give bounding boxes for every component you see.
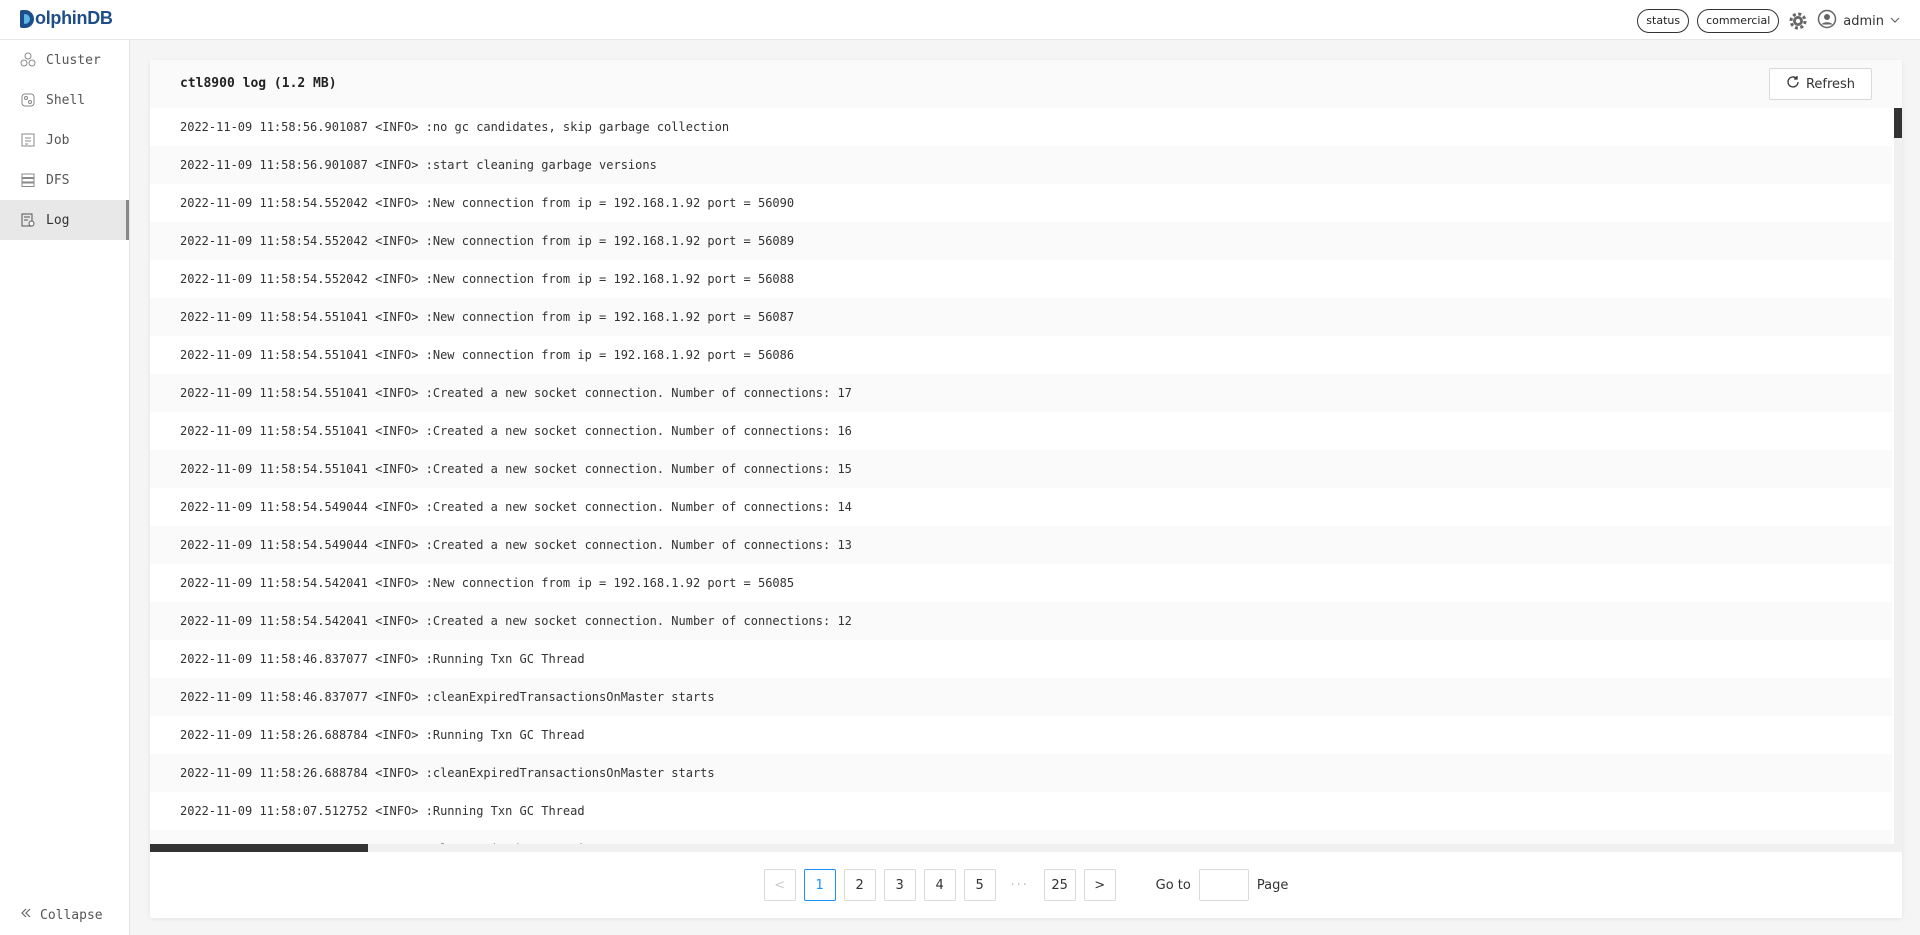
log-line: 2022-11-09 11:58:54.542041 <INFO> :New c… bbox=[180, 576, 795, 590]
status-button[interactable]: status bbox=[1637, 9, 1690, 33]
log-panel: ctl8900 log (1.2 MB) Refresh 2022-11-09 … bbox=[150, 60, 1902, 918]
log-line: 2022-11-09 11:58:54.551041 <INFO> :Creat… bbox=[180, 424, 852, 438]
logo-db-text: DB bbox=[87, 8, 113, 28]
log-line: 2022-11-09 11:58:54.552042 <INFO> :New c… bbox=[180, 272, 795, 286]
log-line: 2022-11-09 11:58:46.837077 <INFO> :Runni… bbox=[180, 652, 585, 666]
log-line: 2022-11-09 11:58:54.549044 <INFO> :Creat… bbox=[150, 526, 1892, 564]
license-badge[interactable]: commercial bbox=[1697, 9, 1780, 33]
refresh-icon bbox=[1786, 75, 1800, 93]
top-bar: olphin DB status commercial admin bbox=[0, 0, 1920, 40]
goto-label: Go to bbox=[1155, 877, 1191, 893]
log-line: 2022-11-09 11:58:26.688784 <INFO> :Runni… bbox=[180, 728, 585, 742]
dolphindb-logo[interactable]: olphin DB bbox=[20, 8, 113, 29]
dfs-icon bbox=[20, 172, 36, 188]
header-actions: status commercial admin bbox=[1637, 9, 1900, 33]
shell-icon bbox=[20, 92, 36, 108]
settings-icon[interactable] bbox=[1787, 10, 1809, 32]
page-label: Page bbox=[1256, 877, 1289, 893]
log-icon bbox=[20, 212, 36, 228]
refresh-label: Refresh bbox=[1805, 76, 1856, 92]
log-line: 2022-11-09 11:58:56.901087 <INFO> :no gc… bbox=[180, 120, 730, 134]
log-line: 2022-11-09 11:58:54.551041 <INFO> :New c… bbox=[150, 298, 1892, 336]
log-title: ctl8900 log (1.2 MB) bbox=[180, 76, 337, 91]
sidebar-item-shell[interactable]: Shell bbox=[0, 80, 129, 120]
sidebar-item-label: Log bbox=[46, 212, 70, 228]
sidebar-item-label: Job bbox=[46, 132, 70, 148]
page-5-button[interactable]: 5 bbox=[963, 869, 996, 901]
sidebar-item-label: Cluster bbox=[46, 52, 101, 68]
page-3-button[interactable]: 3 bbox=[883, 869, 916, 901]
chevron-down-icon bbox=[1890, 14, 1900, 29]
avatar-icon bbox=[1817, 9, 1837, 33]
job-icon bbox=[20, 132, 36, 148]
collapse-label: Collapse bbox=[40, 907, 103, 923]
refresh-button[interactable]: Refresh bbox=[1769, 68, 1872, 100]
page-25-button[interactable]: 25 bbox=[1043, 869, 1076, 901]
prev-page-button[interactable]: < bbox=[763, 869, 796, 901]
sidebar-item-log[interactable]: Log bbox=[0, 200, 129, 240]
sidebar: Cluster Shell Job DFS Log Collapse bbox=[0, 40, 130, 935]
horizontal-scrollbar[interactable] bbox=[150, 844, 1894, 852]
sidebar-item-cluster[interactable]: Cluster bbox=[0, 40, 129, 80]
vertical-scrollbar[interactable] bbox=[1894, 108, 1902, 852]
page-4-button[interactable]: 4 bbox=[923, 869, 956, 901]
goto-page: Go to Page bbox=[1155, 869, 1289, 901]
log-line: 2022-11-09 11:58:54.552042 <INFO> :New c… bbox=[180, 196, 795, 210]
log-line: 2022-11-09 11:58:07.512752 <INFO> :Runni… bbox=[180, 804, 585, 818]
sidebar-item-dfs[interactable]: DFS bbox=[0, 160, 129, 200]
log-line: 2022-11-09 11:58:56.901087 <INFO> :start… bbox=[150, 146, 1892, 184]
page-1-button[interactable]: 1 bbox=[803, 869, 836, 901]
logo-mark bbox=[20, 9, 34, 28]
log-line: 2022-11-09 11:58:54.549044 <INFO> :Creat… bbox=[180, 500, 852, 514]
horizontal-scroll-thumb[interactable] bbox=[150, 844, 368, 852]
logo-text: olphin bbox=[35, 8, 88, 28]
sidebar-item-job[interactable]: Job bbox=[0, 120, 129, 160]
log-panel-header: ctl8900 log (1.2 MB) Refresh bbox=[150, 60, 1902, 108]
goto-page-input[interactable] bbox=[1198, 869, 1249, 901]
double-chevron-left-icon bbox=[20, 907, 32, 923]
log-line: 2022-11-09 11:58:54.542041 <INFO> :Creat… bbox=[150, 602, 1892, 640]
vertical-scroll-thumb[interactable] bbox=[1894, 108, 1902, 138]
log-line: 2022-11-09 11:58:54.552042 <INFO> :New c… bbox=[150, 222, 1892, 260]
log-line: 2022-11-09 11:58:54.551041 <INFO> :Creat… bbox=[150, 374, 1892, 412]
cluster-icon bbox=[20, 52, 36, 68]
log-line: 2022-11-09 11:58:54.551041 <INFO> :Creat… bbox=[150, 450, 1892, 488]
log-line: 2022-11-09 11:58:26.688784 <INFO> :clean… bbox=[150, 754, 1892, 792]
pagination: < 1 2 3 4 5 ··· 25 > Go to Page bbox=[150, 868, 1902, 902]
collapse-button[interactable]: Collapse bbox=[20, 907, 103, 923]
sidebar-item-label: DFS bbox=[46, 172, 70, 188]
log-line: 2022-11-09 11:58:46.837077 <INFO> :clean… bbox=[150, 678, 1892, 716]
page-2-button[interactable]: 2 bbox=[843, 869, 876, 901]
next-page-button[interactable]: > bbox=[1083, 869, 1116, 901]
user-menu[interactable]: admin bbox=[1817, 9, 1900, 33]
log-line: 2022-11-09 11:58:54.551041 <INFO> :New c… bbox=[180, 348, 795, 362]
log-content[interactable]: 2022-11-09 11:58:56.901087 <INFO> :no gc… bbox=[150, 108, 1902, 852]
sidebar-item-label: Shell bbox=[46, 92, 86, 108]
page-ellipsis[interactable]: ··· bbox=[1003, 869, 1036, 901]
user-name: admin bbox=[1843, 13, 1884, 29]
